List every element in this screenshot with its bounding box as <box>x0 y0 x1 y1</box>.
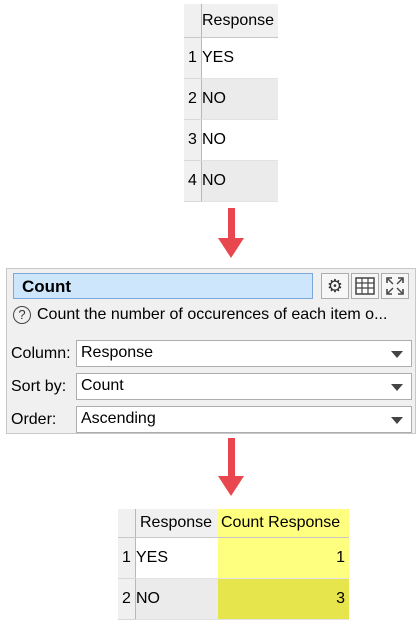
chevron-down-icon <box>391 351 403 358</box>
column-header-response[interactable]: Response <box>135 509 218 538</box>
corner-cell <box>184 4 202 38</box>
gear-icon[interactable]: ⚙ <box>321 273 349 299</box>
output-table: Response Count Response 1 YES 1 2 NO 3 <box>118 509 349 620</box>
cell-value[interactable]: NO <box>201 119 278 161</box>
row-number[interactable]: 3 <box>184 119 202 161</box>
column-label: Column: <box>11 345 71 362</box>
cell-response[interactable]: NO <box>135 578 218 620</box>
row-number[interactable]: 2 <box>118 578 136 620</box>
table-row: 1 YES 1 <box>118 537 349 579</box>
corner-cell <box>118 509 136 538</box>
table-row: 3 NO <box>184 119 278 161</box>
panel-title[interactable]: Count <box>13 273 313 299</box>
table-row: 4 NO <box>184 160 278 202</box>
sort-by-select-value: Count <box>81 377 124 394</box>
input-table: Response 1 YES 2 NO 3 NO 4 NO <box>184 4 278 202</box>
help-icon[interactable]: ? <box>13 306 31 324</box>
count-panel: Count ⚙ ? Count the number of occurences… <box>6 268 416 434</box>
order-select-value: Ascending <box>81 410 156 427</box>
maximize-icon[interactable] <box>381 273 409 299</box>
cell-count[interactable]: 3 <box>218 578 349 620</box>
column-header-response[interactable]: Response <box>201 4 278 38</box>
panel-description: Count the number of occurences of each i… <box>37 306 388 323</box>
table-row: 1 YES <box>184 37 278 79</box>
row-number[interactable]: 4 <box>184 160 202 202</box>
column-select[interactable]: Response <box>76 340 412 367</box>
order-select[interactable]: Ascending <box>76 406 412 433</box>
cell-value[interactable]: NO <box>201 160 278 202</box>
chevron-down-icon <box>391 384 403 391</box>
table-icon[interactable] <box>351 273 379 299</box>
table-row: 2 NO 3 <box>118 578 349 620</box>
sort-by-select[interactable]: Count <box>76 373 412 400</box>
column-select-value: Response <box>81 344 154 361</box>
table-row: 2 NO <box>184 78 278 120</box>
sort-by-label: Sort by: <box>11 378 67 395</box>
row-number[interactable]: 2 <box>184 78 202 120</box>
row-number[interactable]: 1 <box>184 37 202 79</box>
chevron-down-icon <box>391 417 403 424</box>
cell-response[interactable]: YES <box>135 537 218 579</box>
column-header-count-response[interactable]: Count Response <box>218 509 349 538</box>
cell-value[interactable]: NO <box>201 78 278 120</box>
order-label: Order: <box>11 411 57 428</box>
cell-count[interactable]: 1 <box>218 537 349 579</box>
cell-value[interactable]: YES <box>201 37 278 79</box>
row-number[interactable]: 1 <box>118 537 136 579</box>
